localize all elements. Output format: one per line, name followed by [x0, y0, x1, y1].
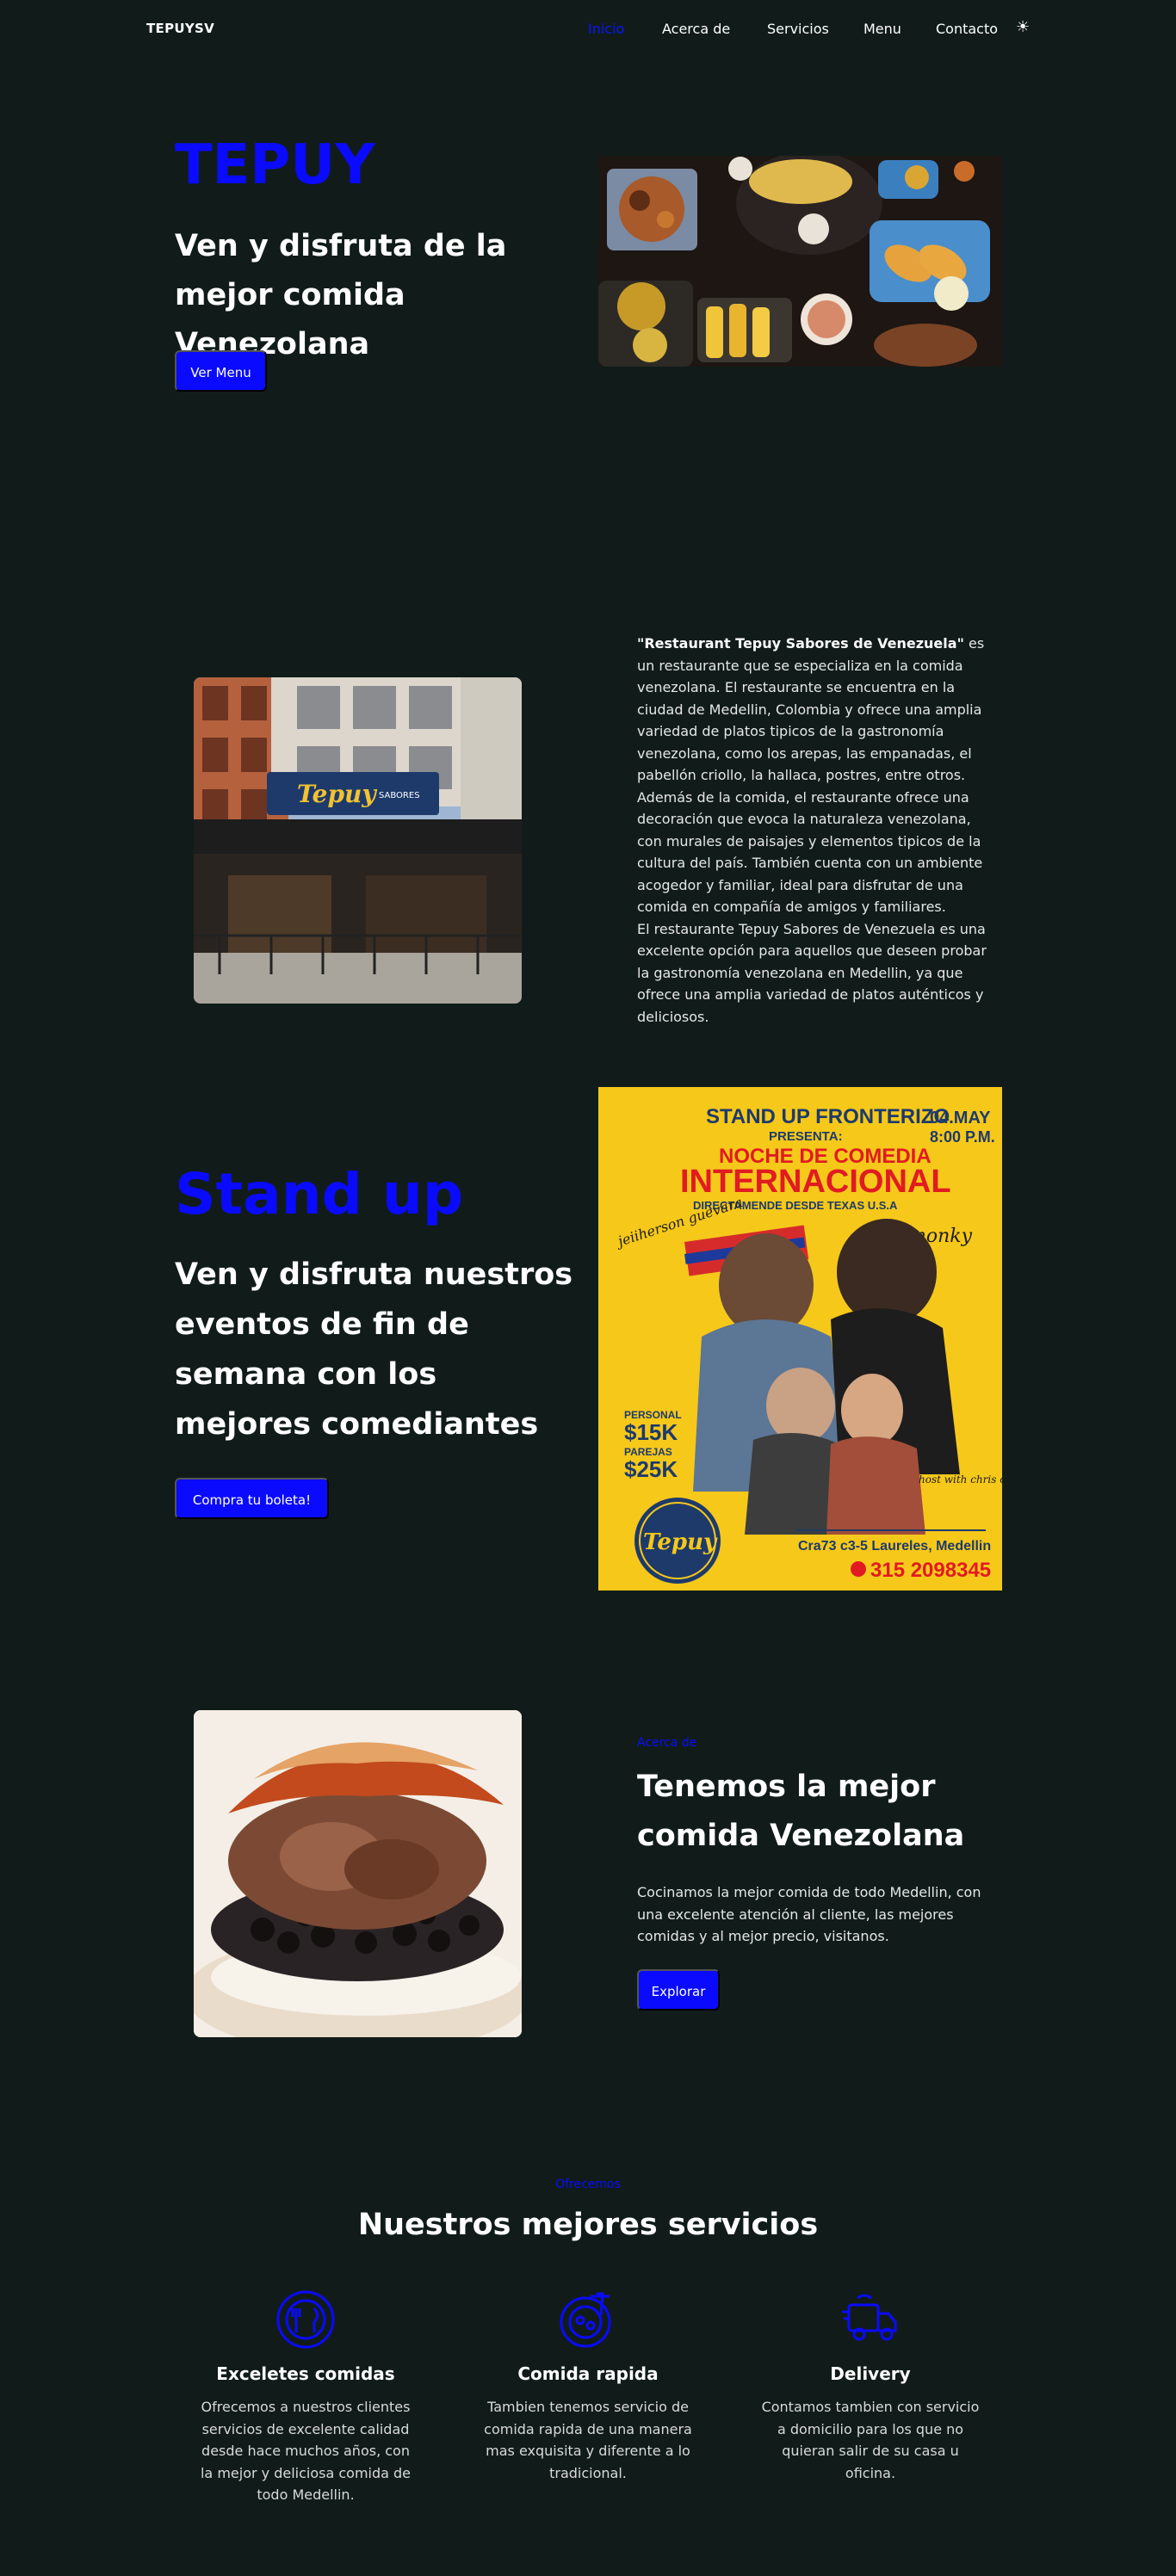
- about-paragraph-2: El restaurante Tepuy Sabores de Venezuel…: [637, 920, 987, 1025]
- standup-title: Stand up: [175, 1161, 464, 1227]
- svg-text:SABORES: SABORES: [379, 791, 420, 800]
- poster-date: 04.MAY: [930, 1109, 991, 1127]
- arepa-image: [194, 1710, 522, 2037]
- hero-food-image: [598, 156, 1002, 367]
- food-kicker: Acerca de: [637, 1736, 697, 1750]
- dining-icon: [275, 2289, 336, 2350]
- hero-subtitle: Ven y disfruta de la mejor comida Venezo…: [175, 229, 507, 361]
- poster-phone: 315 2098345: [870, 1559, 991, 1582]
- poster-header: STAND UP FRONTERIZO: [706, 1105, 950, 1128]
- about-paragraph-1: es un restaurante que se especializa en …: [637, 635, 985, 915]
- sun-icon[interactable]: ☀: [1016, 18, 1030, 36]
- ver-menu-button[interactable]: Ver Menu: [175, 350, 267, 392]
- service-description: Contamos tambien con servicio a domicili…: [761, 2399, 980, 2481]
- service-name: Comida rapida: [517, 2363, 659, 2384]
- service-name: Exceletes comidas: [216, 2363, 395, 2384]
- fast-food-icon: [558, 2289, 618, 2350]
- comedy-event-poster: STAND UP FRONTERIZO PRESENTA: 04.MAY 8:0…: [598, 1087, 1002, 1591]
- restaurant-name: "Restaurant Tepuy Sabores de Venezuela": [637, 635, 964, 652]
- service-name: Delivery: [830, 2363, 911, 2384]
- poster-line2: INTERNACIONAL: [680, 1164, 951, 1200]
- nav-item-contacto[interactable]: Contacto: [936, 21, 998, 37]
- poster-time: 8:00 P.M.: [930, 1128, 995, 1146]
- service-description: Ofrecemos a nuestros clientes servicios …: [200, 2399, 412, 2503]
- svg-text:Tepuy: Tepuy: [297, 780, 377, 808]
- delivery-truck-icon: [840, 2289, 901, 2350]
- about-description: "Restaurant Tepuy Sabores de Venezuela" …: [637, 633, 992, 1028]
- food-description: Cocinamos la mejor comida de todo Medell…: [637, 1884, 981, 1944]
- poster-host: host with chris camero: [919, 1473, 1002, 1486]
- nav-item-inicio[interactable]: Inicio: [588, 21, 624, 37]
- services-title: Nuestros mejores servicios: [357, 2208, 819, 2242]
- explorar-button[interactable]: Explorar: [637, 1969, 720, 2011]
- service-description: Tambien tenemos servicio de comida rapid…: [484, 2399, 692, 2481]
- poster-price2: $25K: [624, 1456, 678, 1482]
- service-card: Delivery Contamos tambien con servicio a…: [758, 2289, 982, 2484]
- restaurant-facade-image: Tepuy SABORES: [194, 677, 522, 1004]
- poster-price1: $15K: [624, 1419, 678, 1445]
- service-card: Comida rapida Tambien tenemos servicio d…: [476, 2289, 700, 2484]
- poster-logo: Tepuy: [643, 1529, 718, 1555]
- service-card: Exceletes comidas Ofrecemos a nuestros c…: [194, 2289, 418, 2506]
- hero-title: TEPUY: [175, 133, 375, 197]
- buy-ticket-button[interactable]: Compra tu boleta!: [175, 1478, 329, 1519]
- brand-logo[interactable]: TEPUYSV: [146, 21, 214, 36]
- nav-item-menu[interactable]: Menu: [863, 21, 901, 37]
- poster-presenta: PRESENTA:: [769, 1129, 843, 1144]
- poster-address: Cra73 c3-5 Laureles, Medellin: [798, 1539, 991, 1554]
- food-title: Tenemos la mejor comida Venezolana: [637, 1770, 965, 1853]
- nav-item-acerca[interactable]: Acerca de: [662, 21, 730, 37]
- services-kicker: Ofrecemos: [555, 2178, 621, 2191]
- standup-subtitle: Ven y disfruta nuestros eventos de fin d…: [175, 1257, 573, 1442]
- nav-item-servicios[interactable]: Servicios: [767, 21, 829, 37]
